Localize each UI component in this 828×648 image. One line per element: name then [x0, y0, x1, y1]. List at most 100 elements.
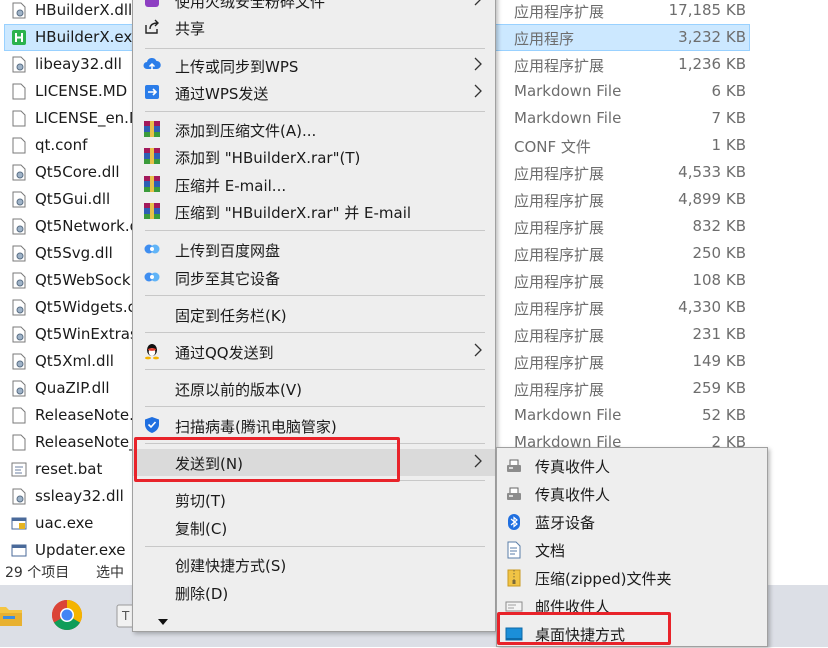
file-size: 4,533 KB — [678, 163, 746, 181]
menu-item-add-rar[interactable]: 添加到 "HBuilderX.rar"(T) — [133, 143, 495, 170]
documents-icon — [507, 541, 521, 559]
file-name: LICENSE_en.M — [35, 109, 142, 127]
menu-item-compress-email[interactable]: 压缩并 E-mail... — [133, 171, 495, 198]
menu-item-upload-baidu[interactable]: 上传到百度网盘 — [133, 236, 495, 263]
taskbar-file-explorer[interactable] — [0, 587, 36, 643]
menu-separator — [145, 230, 485, 231]
menu-item-label: 上传到百度网盘 — [175, 242, 281, 260]
menu-item-delete[interactable]: 删除(D) — [133, 579, 495, 606]
file-size: 4,899 KB — [678, 190, 746, 208]
file-name: Qt5WebSock — [35, 271, 131, 289]
file-name: QuaZIP.dll — [35, 379, 110, 397]
scroll-down-arrow-icon[interactable] — [157, 617, 169, 627]
text-file-icon — [12, 137, 26, 154]
text-file-icon — [12, 434, 26, 451]
submenu-item-fax[interactable]: 传真收件人 — [497, 452, 767, 480]
file-size: 108 KB — [692, 271, 746, 289]
tencent-shield-icon — [145, 417, 159, 433]
file-type: 应用程序扩展 — [514, 57, 605, 75]
file-type: 应用程序扩展 — [514, 300, 605, 318]
file-name: Qt5Network.d — [35, 217, 140, 235]
file-name: qt.conf — [35, 136, 88, 154]
menu-item-label: 添加到 "HBuilderX.rar"(T) — [175, 149, 361, 167]
winrar-icon — [144, 148, 160, 164]
dll-file-icon — [12, 299, 26, 316]
fax-icon — [507, 459, 521, 472]
menu-item-label: 还原以前的版本(V) — [175, 381, 302, 399]
fax-icon — [507, 487, 521, 500]
folder-icon — [0, 607, 22, 626]
menu-item-scan-virus[interactable]: 扫描病毒(腾讯电脑管家) — [133, 412, 495, 439]
dll-file-icon — [12, 191, 26, 208]
file-type: CONF 文件 — [514, 138, 591, 156]
file-type: Markdown File — [514, 109, 622, 127]
menu-item-send-qq[interactable]: 通过QQ发送到 — [133, 338, 495, 365]
menu-item-restore-version[interactable]: 还原以前的版本(V) — [133, 375, 495, 402]
text-file-icon — [12, 110, 26, 127]
file-name: Qt5Widgets.c — [35, 298, 136, 316]
file-name: reset.bat — [35, 460, 103, 478]
menu-item-label: 固定到任务栏(K) — [175, 307, 287, 325]
menu-item-upload-wps[interactable]: 上传或同步到WPS — [133, 52, 495, 79]
menu-item-label: 上传或同步到WPS — [175, 58, 299, 76]
file-size: 832 KB — [692, 217, 746, 235]
menu-item-add-archive[interactable]: 添加到压缩文件(A)... — [133, 116, 495, 143]
svg-text:T: T — [121, 609, 130, 623]
menu-item-cut[interactable]: 剪切(T) — [133, 486, 495, 513]
dll-file-icon — [12, 326, 26, 343]
file-size: 1 KB — [711, 136, 746, 154]
menu-item-label: 创建快捷方式(S) — [175, 557, 287, 575]
menu-separator — [145, 406, 485, 407]
dll-file-icon — [12, 245, 26, 262]
submenu-item-label: 蓝牙设备 — [535, 514, 596, 532]
file-type: 应用程序扩展 — [514, 192, 605, 210]
item-count: 29 个项目 — [5, 565, 70, 581]
dll-file-icon — [12, 353, 26, 370]
dll-file-icon — [12, 488, 26, 505]
file-size: 231 KB — [692, 325, 746, 343]
menu-item-label: 共享 — [175, 20, 206, 38]
dll-file-icon — [12, 2, 26, 19]
menu-item-pin-taskbar[interactable]: 固定到任务栏(K) — [133, 301, 495, 328]
file-type: 应用程序扩展 — [514, 273, 605, 291]
file-name: uac.exe — [35, 514, 94, 532]
dll-file-icon — [12, 272, 26, 289]
baidu-netdisk-icon — [144, 244, 160, 254]
menu-item-compress-rar-email[interactable]: 压缩到 "HBuilderX.rar" 并 E-mail — [133, 198, 495, 225]
highlight-box-desktop-shortcut — [497, 612, 671, 645]
file-type: 应用程序扩展 — [514, 219, 605, 237]
submenu-item-zip-folder[interactable]: 压缩(zipped)文件夹 — [497, 564, 767, 592]
menu-item-label: 扫描病毒(腾讯电脑管家) — [175, 418, 337, 436]
taskbar-chrome[interactable] — [40, 587, 94, 643]
submenu-item-documents[interactable]: 文档 — [497, 536, 767, 564]
menu-separator — [145, 332, 485, 333]
menu-item-label: 同步至其它设备 — [175, 270, 281, 288]
file-name: ReleaseNote_ — [35, 433, 137, 451]
file-name: Qt5Gui.dll — [35, 190, 111, 208]
winrar-icon — [144, 121, 160, 137]
submenu-item-label: 压缩(zipped)文件夹 — [535, 570, 672, 588]
menu-item-copy[interactable]: 复制(C) — [133, 514, 495, 541]
menu-item-label: 剪切(T) — [175, 492, 226, 510]
submenu-item-fax[interactable]: 传真收件人 — [497, 480, 767, 508]
menu-item-sync-devices[interactable]: 同步至其它设备 — [133, 264, 495, 291]
menu-separator — [145, 546, 485, 547]
submenu-item-label: 传真收件人 — [535, 486, 611, 504]
submenu-item-bluetooth[interactable]: 蓝牙设备 — [497, 508, 767, 536]
file-size: 259 KB — [692, 379, 746, 397]
dll-file-icon — [12, 218, 26, 235]
submenu-item-label: 传真收件人 — [535, 458, 611, 476]
share-icon — [145, 19, 159, 34]
file-name: HBuilderX.exe — [35, 28, 141, 46]
menu-item-label: 删除(D) — [175, 585, 229, 603]
menu-item-send-wps[interactable]: 通过WPS发送 — [133, 79, 495, 106]
chevron-right-icon — [474, 84, 482, 98]
baidu-netdisk-icon — [144, 272, 160, 282]
menu-item-share[interactable]: 共享 — [133, 14, 495, 41]
file-size: 149 KB — [692, 352, 746, 370]
menu-item-create-shortcut[interactable]: 创建快捷方式(S) — [133, 551, 495, 578]
wps-cloud-upload-icon — [143, 57, 161, 70]
file-size: 52 KB — [702, 406, 746, 424]
file-type: 应用程序扩展 — [514, 3, 605, 21]
menu-item-huorong-shred[interactable]: 使用火绒安全粉碎文件 — [133, 0, 495, 14]
